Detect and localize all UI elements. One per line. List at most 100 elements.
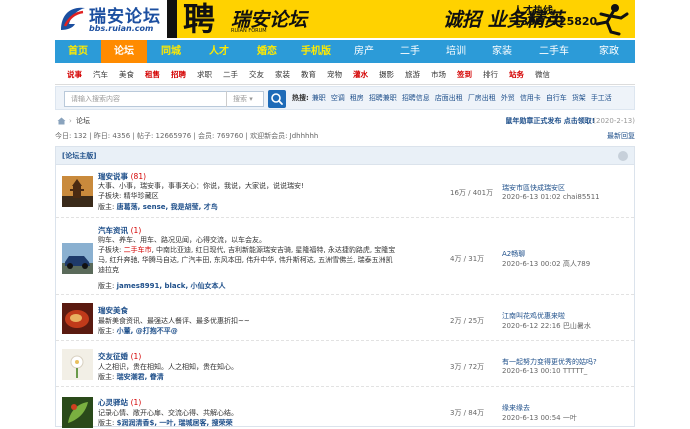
subnav-item[interactable]: 站务	[509, 69, 524, 80]
subnav-item[interactable]: 二手	[223, 69, 238, 80]
search-type-select[interactable]: 搜索 ▾	[226, 91, 264, 107]
banner-stripe	[167, 0, 177, 38]
breadcrumb: › 论坛 鼠年勋章正式发布 点击领取! (2020-2-13)	[55, 114, 635, 128]
nav-forum[interactable]: 论坛	[101, 40, 147, 63]
hot-keyword[interactable]: 兼职	[312, 87, 326, 109]
subnav-item[interactable]: 签到	[457, 69, 472, 80]
nav-talent[interactable]: 人才	[195, 40, 243, 63]
hot-keyword[interactable]: 手工活	[591, 87, 612, 109]
hot-search: 热搜: 兼职 空调 租房 招聘兼职 招聘信息 店面出租 厂房出租 外贸 信用卡 …	[292, 87, 617, 109]
subnav-item[interactable]: 摄影	[379, 69, 394, 80]
board-last-meta: 2020-6-13 00:54 一叶	[502, 414, 577, 422]
board-title[interactable]: 心灵驿站 (1)	[98, 397, 141, 408]
board-desc: 记录心情、敞开心扉、交流心得、共解心结。	[98, 409, 238, 417]
subnav-item[interactable]: 租售	[145, 69, 160, 80]
subnav-item[interactable]: 说事	[67, 69, 82, 80]
board-subforum[interactable]: 子板块: 精华珍藏区	[98, 191, 159, 201]
runner-icon	[595, 4, 629, 36]
board-desc: 购车、养车、用车、路况见闻，心得交流，以车会友。	[98, 236, 266, 244]
board-last-post[interactable]: 有一起努力变得更优秀的姑吗?	[502, 357, 597, 367]
board-moderators: 版主: 瑞安潮君, 眷清	[98, 373, 164, 381]
hot-keyword[interactable]: 招聘兼职	[369, 87, 397, 109]
hot-search-label: 热搜:	[292, 94, 309, 102]
board-title[interactable]: 瑞安美食	[98, 305, 128, 316]
nav-home[interactable]: 首页	[55, 40, 101, 63]
board-icon-food[interactable]	[62, 303, 93, 334]
stats-text: 今日: 132 | 昨日: 4356 | 帖子: 12665976 | 会员: …	[55, 132, 319, 140]
subnav-item[interactable]: 宠物	[327, 69, 342, 80]
hot-keyword[interactable]: 外贸	[501, 87, 515, 109]
latest-reply-link[interactable]: 最新回复	[607, 129, 635, 143]
nav-house[interactable]: 房产	[341, 40, 387, 63]
forum-board-list: [论坛主版] 瑞安说事 (81) 大事、小事，瑞安事，事事关心：你说，我说，大家…	[55, 146, 635, 429]
section-title: [论坛主版]	[62, 152, 97, 160]
board-last-meta: 2020-6-12 22:16 巴山暑水	[502, 322, 591, 330]
board-title[interactable]: 交友征婚 (1)	[98, 351, 141, 362]
board-icon-leaf[interactable]	[62, 397, 93, 428]
board-last-meta: 2020-6-13 00:02 高人789	[502, 260, 591, 268]
board-moderators: 版主: 唐葛荡, sense, 我是胡莹, 才鸟	[98, 203, 218, 211]
nav-decoration[interactable]: 家装	[479, 40, 525, 63]
board-icon-car[interactable]	[62, 243, 93, 274]
subnav-item[interactable]: 美食	[119, 69, 134, 80]
subnav-item[interactable]: 汽车	[93, 69, 108, 80]
hot-keyword[interactable]: 自行车	[546, 87, 567, 109]
board-last-post[interactable]: A2畅聊	[502, 249, 525, 259]
subnav-item[interactable]: 教育	[301, 69, 316, 80]
nav-used-car[interactable]: 二手车	[525, 40, 583, 63]
board-icon-flower[interactable]	[62, 349, 93, 380]
hot-keyword[interactable]: 信用卡	[520, 87, 541, 109]
board-row: 瑞安说事 (81) 大事、小事，瑞安事，事事关心：你说，我说，大家说，说说瑞安!…	[56, 166, 634, 218]
hot-keyword[interactable]: 店面出租	[435, 87, 463, 109]
logo-mark-icon	[61, 7, 85, 30]
subnav-item[interactable]: 微信	[535, 69, 550, 80]
board-last-post[interactable]: 缘来缘去	[502, 403, 530, 413]
board-row: 瑞安美食 最新美食资讯、最强达人餐评、最多优惠折扣~~ 版主: 小董, @打抱不…	[56, 297, 634, 341]
collapse-icon[interactable]	[618, 151, 628, 161]
hot-keyword[interactable]: 货架	[572, 87, 586, 109]
hot-keyword[interactable]: 厂房出租	[468, 87, 496, 109]
site-logo[interactable]: 瑞安论坛 bbs.ruian.com	[55, 0, 165, 38]
nav-housekeeping[interactable]: 家政	[583, 40, 635, 63]
subnav-item[interactable]: 灌水	[353, 69, 368, 80]
home-icon[interactable]	[57, 117, 66, 125]
board-last-meta: 2020-6-13 00:10 TTTTT_	[502, 367, 588, 375]
board-row: 心灵驿站 (1) 记录心情、敞开心扉、交流心得、共解心结。 版主: $润润清香$…	[56, 389, 634, 429]
board-last-post[interactable]: 瑞安市區快成瑞安区	[502, 183, 565, 193]
hot-keyword[interactable]: 空调	[331, 87, 345, 109]
subnav-item[interactable]: 市场	[431, 69, 446, 80]
board-row: 汽车资讯 (1) 购车、养车、用车、路况见闻，心得交流，以车会友。 子板块: 二…	[56, 221, 634, 295]
chevron-down-icon: ▾	[249, 95, 253, 103]
board-last-post[interactable]: 江南叫花鸡优惠来啦	[502, 311, 565, 321]
nav-secondhand[interactable]: 二手	[387, 40, 433, 63]
board-stats: 4万 / 31万	[450, 255, 485, 263]
subnav-item[interactable]: 交友	[249, 69, 264, 80]
board-icon-pagoda[interactable]	[62, 176, 93, 207]
search-button[interactable]	[268, 90, 286, 108]
hot-keyword[interactable]: 租房	[350, 87, 364, 109]
board-desc: 最新美食资讯、最强达人餐评、最多优惠折扣~~	[98, 317, 250, 325]
header: 瑞安论坛 bbs.ruian.com 聘 瑞安论坛 RUIAN FORUM 诚招…	[55, 0, 635, 39]
recruit-banner[interactable]: 聘 瑞安论坛 RUIAN FORUM 诚招 业务精英 人才热线 13967725…	[167, 0, 635, 38]
banner-subtitle: RUIAN FORUM	[231, 28, 267, 34]
main-nav: 首页 论坛 同城 人才 婚恋 手机版 房产 二手 培训 家装 二手车 家政	[55, 40, 635, 63]
nav-marriage[interactable]: 婚恋	[243, 40, 291, 63]
announcement-date: (2020-2-13)	[593, 117, 635, 125]
subnav-item[interactable]: 旅游	[405, 69, 420, 80]
breadcrumb-separator-icon: ›	[69, 117, 72, 125]
subnav-item[interactable]: 招聘	[171, 69, 186, 80]
hot-keyword[interactable]: 招聘信息	[402, 87, 430, 109]
subnav-item[interactable]: 排行	[483, 69, 498, 80]
forum-section-header: [论坛主版]	[56, 147, 634, 165]
logo-url: bbs.ruian.com	[89, 24, 154, 33]
nav-training[interactable]: 培训	[433, 40, 479, 63]
nav-mobile[interactable]: 手机版	[291, 40, 341, 63]
subnav-item[interactable]: 求职	[197, 69, 212, 80]
board-stats: 16万 / 401万	[450, 189, 494, 197]
subnav-item[interactable]: 家装	[275, 69, 290, 80]
breadcrumb-current[interactable]: 论坛	[76, 114, 90, 128]
search-type-label: 搜索	[233, 95, 247, 103]
board-stats: 3万 / 84万	[450, 409, 485, 417]
nav-local[interactable]: 同城	[147, 40, 195, 63]
announcement-link[interactable]: 鼠年勋章正式发布 点击领取!	[505, 114, 595, 128]
